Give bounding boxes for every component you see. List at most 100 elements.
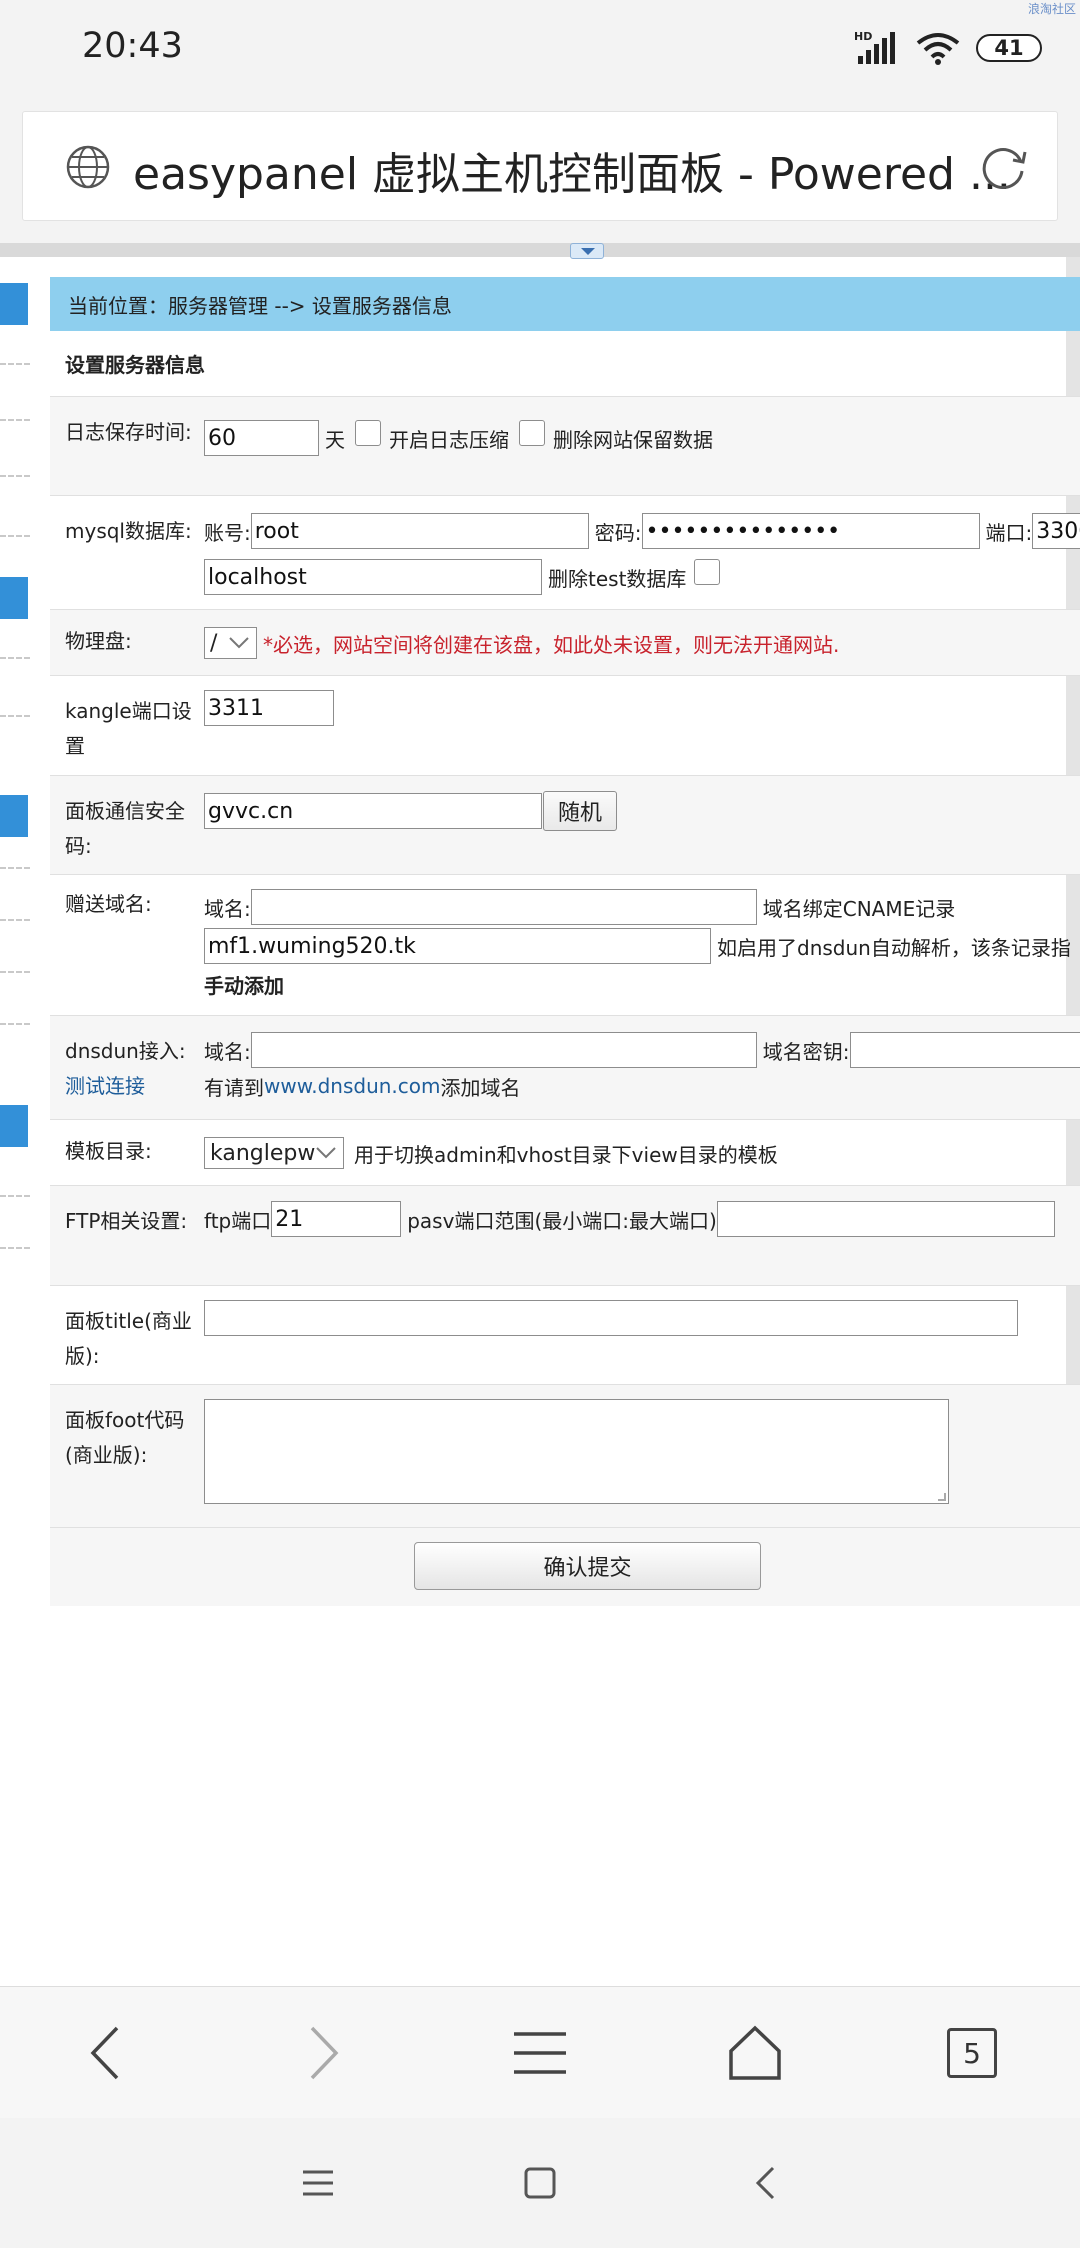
status-icons: HD 41	[854, 28, 1042, 68]
disk-select[interactable]: /	[204, 627, 257, 659]
forward-icon	[310, 2026, 339, 2080]
tab-count: 5	[963, 2036, 981, 2070]
row-label: dnsdun接入: 测试连接	[65, 1034, 195, 1104]
frame-toggle-button[interactable]	[570, 243, 604, 259]
row-kangle-port: kangle端口设置 3311	[50, 676, 1080, 776]
tabs-button[interactable]: 5	[932, 2013, 1012, 2093]
row-mysql: mysql数据库: 账号: root 密码: ••••••••••••••• 端…	[50, 496, 1080, 610]
row-label: 赠送域名:	[65, 892, 152, 916]
menu-separator	[0, 971, 30, 973]
menu-separator	[0, 1247, 30, 1249]
battery-level: 41	[994, 36, 1024, 60]
address-bar[interactable]: easypanel 虚拟主机控制面板 - Powered ...	[22, 111, 1058, 221]
dnsdun-site-link[interactable]: www.dnsdun.com	[264, 1074, 441, 1098]
globe-icon	[66, 145, 110, 189]
disk-required-note: *必选，网站空间将创建在该盘，如此处未设置，则无法开通网站.	[263, 632, 840, 657]
gift-domain-input[interactable]	[250, 889, 757, 925]
menu-separator	[0, 919, 30, 921]
dnsdun-domain-input[interactable]	[250, 1032, 757, 1068]
left-menu-rail	[0, 257, 50, 1657]
pasv-range-label: pasv端口范围(最小端口:最大端口)	[407, 1208, 717, 1233]
delete-site-data-checkbox[interactable]	[519, 420, 545, 446]
reload-icon[interactable]	[977, 140, 1031, 194]
menu-button[interactable]	[500, 2013, 580, 2093]
manual-add-note: 手动添加	[204, 973, 284, 998]
row-label: kangle端口设置	[65, 699, 192, 758]
kangle-port-input[interactable]: 3311	[204, 690, 334, 726]
template-select[interactable]: kanglepw	[204, 1137, 344, 1169]
row-label: 物理盘:	[65, 629, 132, 653]
row-gift-domain: 赠送域名: 域名: 域名绑定CNAME记录 mf1.wuming520.tk 如…	[50, 875, 1080, 1016]
menu-separator	[0, 475, 30, 477]
row-label: 面板foot代码(商业版):	[65, 1408, 185, 1467]
section-title: 设置服务器信息	[50, 331, 1080, 397]
log-days-input[interactable]: 60	[204, 420, 319, 456]
random-button[interactable]: 随机	[543, 791, 617, 831]
gift-domain-label: 域名:	[204, 896, 251, 921]
breadcrumb: 当前位置：服务器管理 --> 设置服务器信息	[50, 277, 1080, 331]
row-label: 面板通信安全码:	[65, 799, 185, 858]
mysql-account-input[interactable]: root	[250, 513, 589, 549]
mysql-password-input[interactable]: •••••••••••••••	[641, 513, 980, 549]
panel-title-input[interactable]	[204, 1300, 1018, 1336]
pasv-range-input[interactable]	[716, 1201, 1055, 1237]
mysql-host-input[interactable]: localhost	[204, 559, 542, 595]
row-physical-disk: 物理盘: / *必选，网站空间将创建在该盘，如此处未设置，则无法开通网站.	[50, 610, 1080, 676]
system-back-icon	[755, 2166, 775, 2200]
delete-test-db-checkbox[interactable]	[694, 559, 721, 585]
ftp-port-label: ftp端口	[204, 1208, 272, 1233]
menu-icon	[514, 2032, 566, 2074]
mysql-account-label: 账号:	[204, 520, 251, 545]
row-label: 模板目录:	[65, 1139, 152, 1163]
row-label: FTP相关设置:	[65, 1209, 188, 1233]
status-time: 20:43	[82, 26, 183, 66]
row-template-dir: 模板目录: kanglepw 用于切换admin和vhost目录下view目录的…	[50, 1120, 1080, 1186]
forward-button[interactable]	[284, 2013, 364, 2093]
delete-test-db-label: 删除test数据库	[548, 566, 687, 591]
compress-log-label: 开启日志压缩	[389, 427, 509, 452]
home-button[interactable]	[715, 2013, 795, 2093]
system-back-button[interactable]	[735, 2153, 795, 2213]
security-code-input[interactable]: gvvc.cn	[204, 793, 542, 829]
back-button[interactable]	[65, 2013, 145, 2093]
row-panel-title: 面板title(商业版):	[50, 1286, 1080, 1385]
menu-separator	[0, 535, 30, 537]
ftp-port-input[interactable]: 21	[271, 1201, 402, 1237]
browser-toolbar: 5	[0, 1986, 1080, 2118]
system-nav-bar	[0, 2118, 1080, 2248]
signal-icon: HD	[854, 30, 895, 64]
submit-button[interactable]: 确认提交	[414, 1542, 761, 1590]
square-icon	[524, 2167, 556, 2199]
dnsdun-auto-note: 如启用了dnsdun自动解析，该条记录指	[717, 935, 1071, 960]
row-ftp: FTP相关设置: ftp端口 21 pasv端口范围(最小端口:最大端口)	[50, 1186, 1080, 1286]
panel-foot-textarea[interactable]	[204, 1399, 949, 1504]
test-connection-link[interactable]: 测试连接	[65, 1074, 145, 1098]
menu-separator	[0, 867, 30, 869]
cname-input[interactable]: mf1.wuming520.tk	[204, 928, 711, 964]
menu-block[interactable]	[0, 283, 28, 325]
system-home-button[interactable]	[510, 2153, 570, 2213]
compress-log-checkbox[interactable]	[355, 420, 381, 446]
menu-block[interactable]	[0, 577, 28, 619]
row-label: mysql数据库:	[65, 519, 192, 543]
menu-separator	[0, 363, 30, 365]
dnsdun-key-input[interactable]	[849, 1032, 1080, 1068]
menu-block[interactable]	[0, 795, 28, 837]
address-bar-area: easypanel 虚拟主机控制面板 - Powered ...	[0, 95, 1080, 245]
row-panel-foot: 面板foot代码(商业版):	[50, 1385, 1080, 1528]
menu-separator	[0, 657, 30, 659]
menu-separator	[0, 1023, 30, 1025]
mysql-port-input[interactable]: 3306	[1032, 513, 1080, 549]
resize-grip[interactable]	[938, 1493, 946, 1501]
recents-button[interactable]	[288, 2153, 348, 2213]
row-security-code: 面板通信安全码: gvvc.cn 随机	[50, 776, 1080, 875]
dnsdun-domain-label: 域名:	[204, 1039, 251, 1064]
disk-select-value: /	[210, 630, 218, 656]
menu-block[interactable]	[0, 1105, 28, 1147]
recents-icon	[303, 2170, 333, 2196]
menu-separator	[0, 419, 30, 421]
tabs-icon: 5	[947, 2028, 997, 2078]
page-title: easypanel 虚拟主机控制面板 - Powered ...	[133, 149, 1011, 200]
battery-icon: 41	[976, 34, 1042, 62]
settings-panel: 当前位置：服务器管理 --> 设置服务器信息 设置服务器信息 日志保存时间: 6…	[50, 277, 1080, 1606]
